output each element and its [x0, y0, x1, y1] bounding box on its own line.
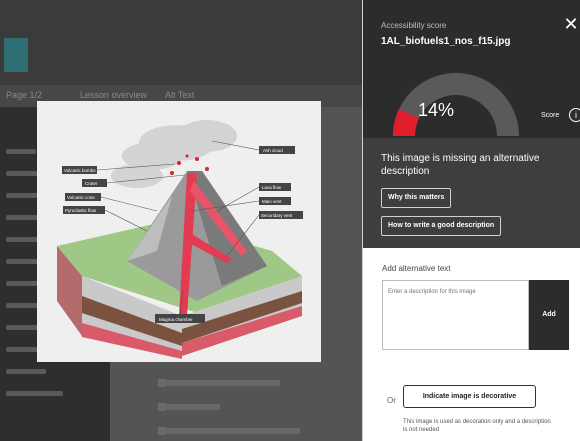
score-percent: 14% [418, 100, 455, 120]
label-volcanic-bombs: Volcanic bombs [64, 168, 96, 173]
label-magma-chamber: Magma chamber [159, 317, 193, 322]
label-volcanic-cone: Volcanic cone [67, 195, 95, 200]
volcano-diagram: Volcanic bombs Crater Volcanic cone Pyro… [57, 120, 303, 359]
accessibility-score-label: Accessibility score [381, 21, 447, 30]
score-header: Accessibility score 1AL_biofuels1_nos_f1… [363, 0, 580, 138]
gauge-fill [393, 109, 420, 137]
breadcrumb-item: Page 1/2 [6, 90, 43, 100]
sidebar-row [6, 259, 41, 264]
sidebar-row [6, 391, 63, 396]
add-button[interactable]: Add [529, 280, 569, 350]
close-icon[interactable]: ✕ [563, 15, 579, 33]
alt-text-label: Add alternative text [382, 264, 451, 273]
label-lava-flow: Lava flow [262, 185, 282, 190]
content-row [160, 404, 220, 410]
sidebar-row [6, 369, 46, 374]
score-label: Score [541, 112, 560, 119]
label-secondary-vent: Secondary vent [261, 213, 293, 218]
how-to-write-button[interactable]: How to write a good description [381, 216, 502, 236]
label-ash-cloud: Ash cloud [263, 148, 283, 153]
image-preview: Volcanic bombs Crater Volcanic cone Pyro… [37, 101, 321, 362]
info-icon[interactable]: i [569, 108, 580, 122]
indicate-decorative-button[interactable]: Indicate image is decorative [403, 385, 536, 408]
accessibility-panel: Accessibility score 1AL_biofuels1_nos_f1… [362, 0, 580, 441]
breadcrumb-item: Lesson overview [80, 90, 148, 100]
label-pyroclastic-flow: Pyroclastic flow [65, 208, 97, 213]
sidebar-row [6, 149, 36, 154]
ash-cloud-shape [111, 120, 237, 188]
content-row [160, 380, 280, 386]
missing-description-message: This image is missing an alternative des… [381, 153, 540, 177]
label-crater: Crater [85, 181, 98, 186]
decorative-note: This image is used as decoration only an… [403, 419, 551, 433]
alt-text-input[interactable] [382, 280, 529, 350]
app-logo [4, 38, 28, 72]
app-header [0, 0, 362, 85]
image-filename: 1AL_biofuels1_nos_f15.jpg [381, 36, 511, 47]
why-this-matters-button[interactable]: Why this matters [381, 188, 452, 208]
missing-description-section: This image is missing an alternative des… [363, 138, 580, 248]
label-main-vent: Main vent [262, 199, 282, 204]
content-row [160, 428, 300, 434]
breadcrumb-item: Alt Text [165, 90, 195, 100]
or-text: Or [387, 396, 396, 405]
